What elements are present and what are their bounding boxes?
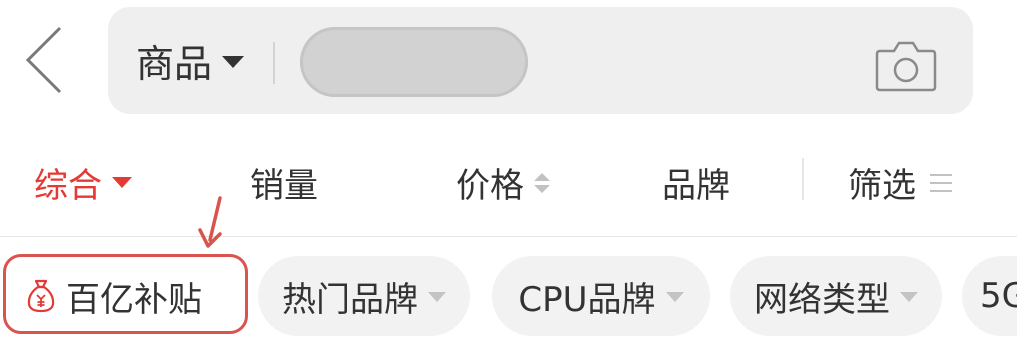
camera-button[interactable] (874, 35, 938, 93)
chip-network-type[interactable]: 网络类型 (730, 256, 942, 336)
sort-updown-icon (534, 172, 550, 193)
sort-label: 筛选 (848, 166, 916, 206)
caret-down-icon (222, 56, 245, 68)
chip-cpu-brand[interactable]: CPU品牌 (492, 256, 710, 336)
chevron-left-icon (25, 26, 62, 94)
annotation-arrow-icon (198, 196, 222, 248)
chip-label: 热门品牌 (282, 279, 418, 320)
sort-sales[interactable]: 销量 (250, 158, 318, 207)
caret-down-icon (428, 292, 446, 302)
sort-label: 综合 (34, 166, 102, 206)
caret-down-icon (665, 292, 684, 302)
sort-divider (802, 158, 804, 200)
chip-label: 网络类型 (754, 279, 890, 320)
chip-5g[interactable]: 5G (962, 256, 1017, 336)
sort-label: 价格 (456, 166, 524, 206)
caret-down-icon (900, 292, 918, 302)
menu-icon (930, 173, 952, 192)
chip-label: 5G (980, 276, 1017, 316)
sort-comprehensive[interactable]: 综合 (34, 158, 132, 207)
sort-label: 销量 (250, 166, 318, 206)
filter-button[interactable]: 筛选 (848, 158, 952, 207)
search-bar[interactable]: 商品 (108, 7, 973, 114)
camera-icon (875, 41, 937, 92)
divider-line (0, 236, 1017, 237)
search-query-redacted[interactable] (300, 27, 528, 97)
chip-hot-brands[interactable]: 热门品牌 (258, 256, 470, 336)
sort-brand[interactable]: 品牌 (662, 158, 730, 207)
search-scope-label: 商品 (136, 41, 213, 86)
chip-label: CPU品牌 (518, 279, 656, 320)
back-button[interactable] (14, 22, 78, 98)
search-divider (273, 42, 275, 84)
annotation-highlight-box (3, 254, 248, 334)
sort-price[interactable]: 价格 (456, 158, 550, 207)
caret-down-icon (112, 177, 132, 188)
sort-label: 品牌 (662, 166, 730, 206)
sort-bar: 综合 销量 价格 品牌 筛选 (0, 140, 1017, 222)
search-scope-dropdown[interactable]: 商品 (136, 37, 245, 86)
